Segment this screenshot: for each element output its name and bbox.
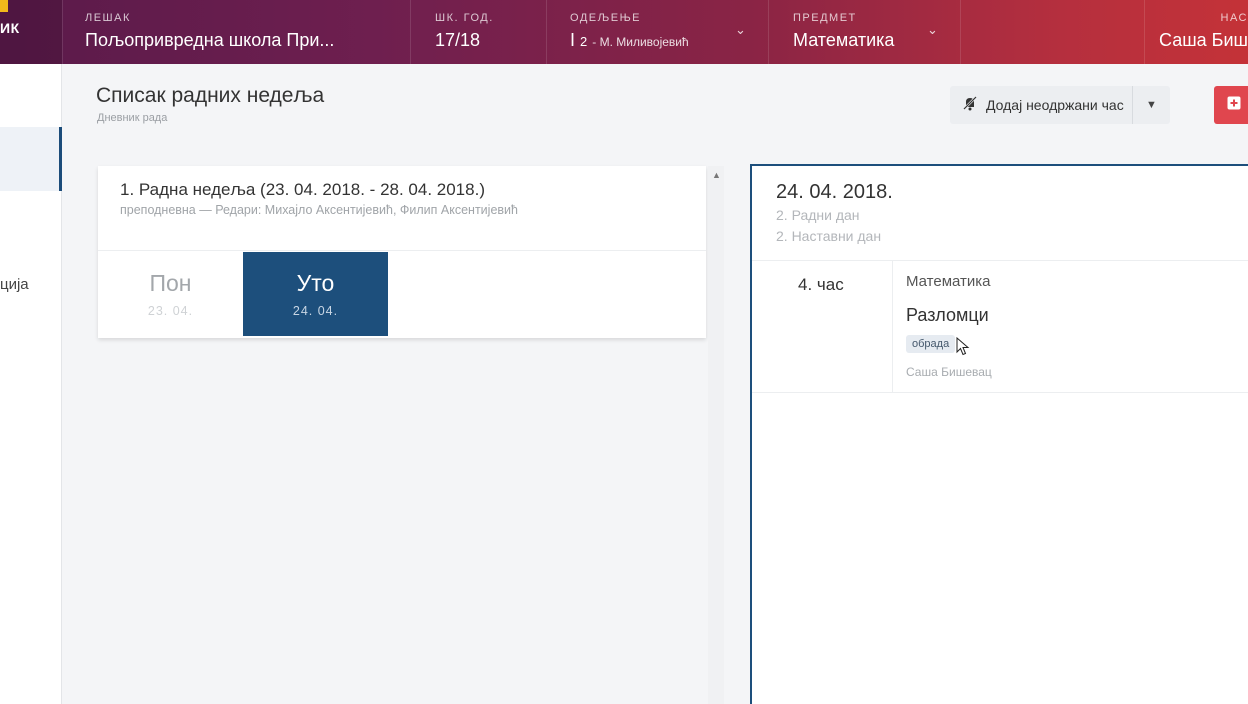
bell-off-icon <box>962 95 978 116</box>
subject-selector[interactable]: ПРЕДМЕТ Математика ⌄ <box>768 0 960 64</box>
sidebar-item-label[interactable]: ција <box>0 276 29 293</box>
school-selector[interactable]: ЛЕШАК Пољопривредна школа При... <box>62 0 410 64</box>
top-bar: ИК ЛЕШАК Пољопривредна школа При... ШК. … <box>0 0 1248 64</box>
day-date: 24. 04. <box>292 304 339 318</box>
lesson-teacher: Саша Бишевац <box>906 365 992 379</box>
brand[interactable]: ИК <box>0 0 62 64</box>
teaching-day-label: 2. Наставни дан <box>776 228 882 244</box>
department-label: ОДЕЉЕЊЕ <box>570 12 642 24</box>
scrollbar[interactable]: ▲ <box>708 166 724 704</box>
day-name: Уто <box>296 270 335 296</box>
lesson-row[interactable]: 4. час Математика Разломци обрада Саша Б… <box>752 261 1248 393</box>
school-year-selector[interactable]: ШК. ГОД. 17/18 <box>410 0 546 64</box>
sidebar-item-active[interactable] <box>0 127 62 191</box>
school-value: Пољопривредна школа При... <box>85 30 335 50</box>
school-label: ЛЕШАК <box>85 12 131 24</box>
department-class: I <box>570 30 576 50</box>
school-year-label: ШК. ГОД. <box>435 12 494 24</box>
logo <box>0 0 8 12</box>
page-title: Списак радних недеља <box>96 84 325 107</box>
subject-label: ПРЕДМЕТ <box>793 12 857 24</box>
plus-square-icon <box>1227 96 1241 115</box>
divider <box>892 261 893 393</box>
lesson-number: 4. час <box>798 275 844 294</box>
work-day-label: 2. Радни дан <box>776 207 860 223</box>
divider <box>98 250 706 251</box>
chevron-down-icon: ⌄ <box>735 22 746 37</box>
subject-value: Математика <box>793 30 895 50</box>
week-description: преподневна — Редари: Михајло Аксентијев… <box>120 203 518 217</box>
day-detail-date: 24. 04. 2018. <box>776 181 893 203</box>
teacher-menu[interactable]: НАС Саша Биш <box>1144 0 1248 64</box>
breadcrumb: Дневник рада <box>97 112 168 124</box>
teacher-label: НАС <box>1220 12 1248 24</box>
day-detail-panel: 24. 04. 2018. 2. Радни дан 2. Наставни д… <box>750 164 1248 704</box>
department-selector[interactable]: ОДЕЉЕЊЕ I 2 - М. Миливојевић ⌄ <box>546 0 768 64</box>
mouse-cursor-icon <box>956 337 970 356</box>
day-date: 23. 04. <box>147 304 194 318</box>
caret-down-icon[interactable]: ▼ <box>1132 86 1170 124</box>
chevron-down-icon: ⌄ <box>927 22 938 37</box>
scroll-up-icon[interactable]: ▲ <box>712 170 721 180</box>
day-tab-tuesday[interactable]: Уто 24. 04. <box>243 252 388 336</box>
add-lesson-button[interactable] <box>1214 86 1248 124</box>
sidebar: ција <box>0 64 62 704</box>
department-section: 2 <box>580 34 588 49</box>
lesson-type-badge: обрада <box>906 335 956 353</box>
lesson-topic[interactable]: Разломци <box>906 305 989 326</box>
brand-text: ИК <box>0 20 20 36</box>
day-tab-monday[interactable]: Пон 23. 04. <box>98 252 243 336</box>
day-name: Пон <box>149 270 192 296</box>
add-missed-lesson-label: Додај неодржани час <box>986 97 1124 113</box>
lesson-subject: Математика <box>906 273 991 290</box>
header-spacer <box>960 0 1144 64</box>
week-title[interactable]: 1. Радна недеља (23. 04. 2018. - 28. 04.… <box>120 180 485 200</box>
school-year-value: 17/18 <box>435 30 481 50</box>
department-teacher: - М. Миливојевић <box>592 35 689 49</box>
department-value: I 2 - М. Миливојевић <box>570 30 689 51</box>
teacher-value: Саша Биш <box>1159 30 1248 50</box>
work-week-card: 1. Радна недеља (23. 04. 2018. - 28. 04.… <box>98 166 706 338</box>
add-missed-lesson-button[interactable]: Додај неодржани час ▼ <box>950 86 1170 124</box>
